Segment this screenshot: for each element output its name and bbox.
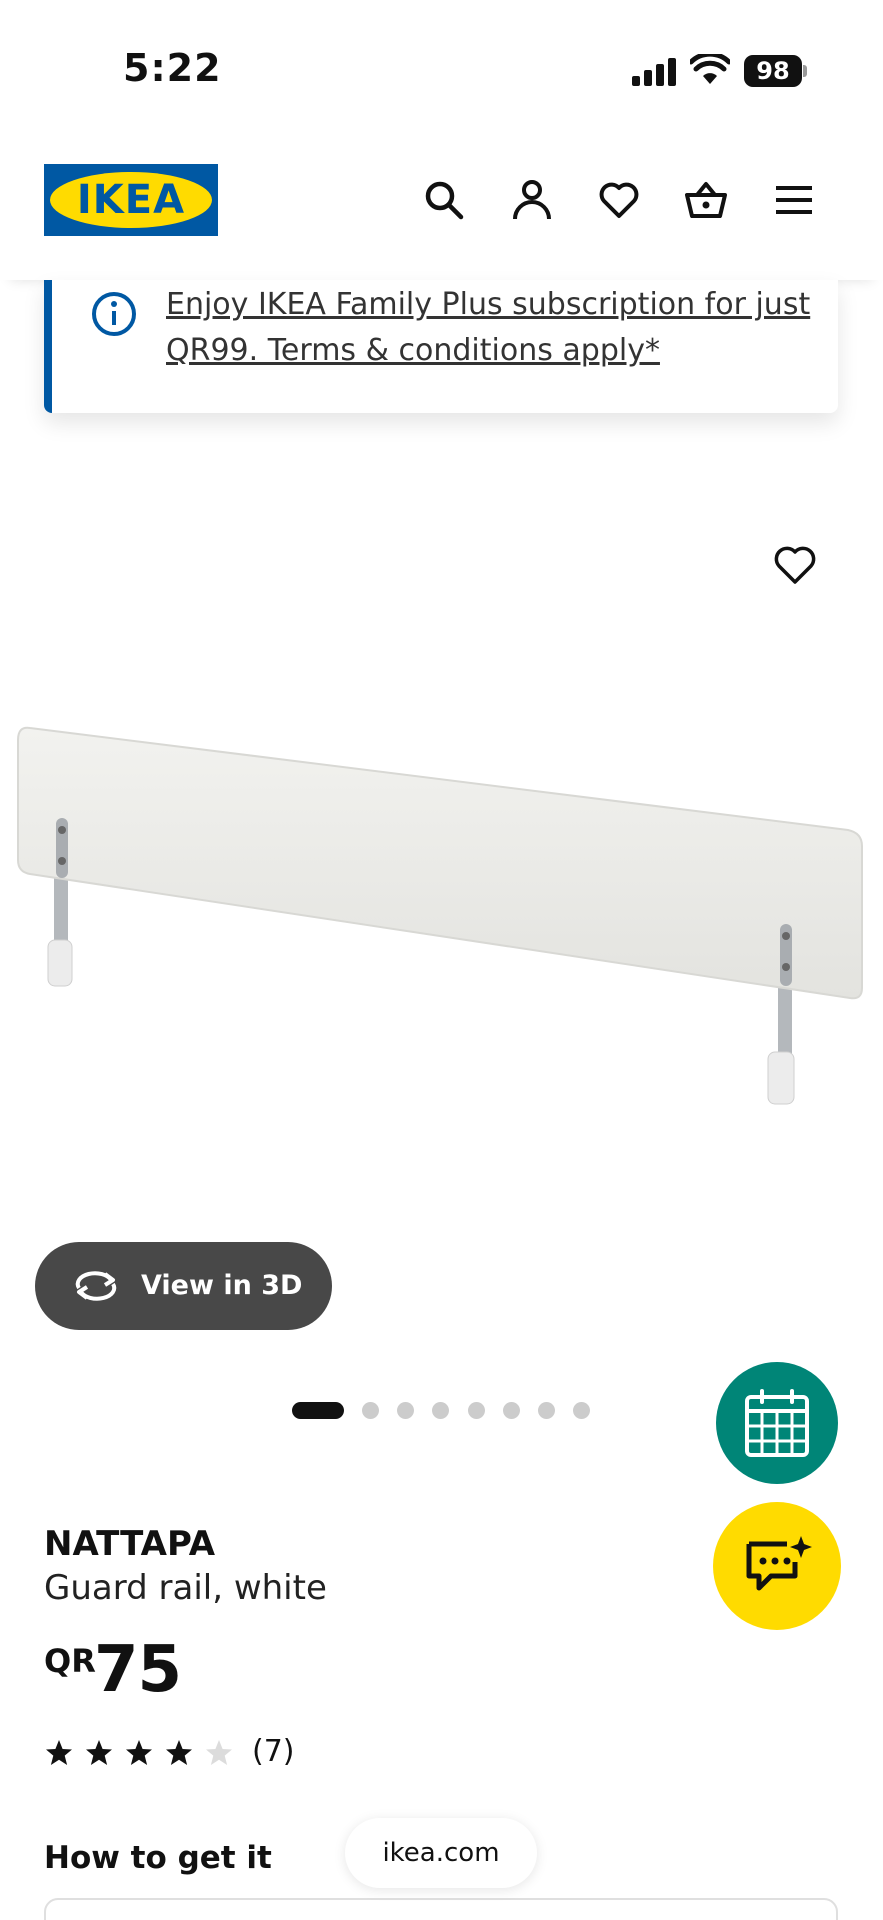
status-bar: 5:22 98 xyxy=(0,0,883,120)
price-currency: QR xyxy=(44,1642,96,1680)
cellular-signal-icon xyxy=(632,58,676,86)
chat-sparkle-icon xyxy=(746,1536,812,1591)
pagination-dot[interactable] xyxy=(538,1402,555,1419)
battery-indicator: 98 xyxy=(744,55,802,87)
basket-icon[interactable] xyxy=(684,178,728,222)
pagination-dot[interactable] xyxy=(468,1402,485,1419)
review-count[interactable]: (7) xyxy=(252,1734,295,1769)
product-description: Guard rail, white xyxy=(44,1568,327,1608)
profile-icon[interactable] xyxy=(510,178,554,222)
chat-assistant-button[interactable] xyxy=(713,1502,841,1630)
booking-calendar-button[interactable] xyxy=(716,1362,838,1484)
info-icon xyxy=(92,292,136,336)
price-value: 75 xyxy=(94,1633,182,1707)
star-filled-icon xyxy=(86,1740,112,1765)
browser-url-pill[interactable]: ikea.com xyxy=(345,1818,537,1888)
star-filled-icon xyxy=(46,1740,72,1765)
how-to-get-it-heading: How to get it xyxy=(44,1840,272,1876)
pagination-dot[interactable] xyxy=(432,1402,449,1419)
battery-nub xyxy=(803,65,807,77)
status-time: 5:22 xyxy=(123,46,222,90)
calendar-icon xyxy=(745,1389,809,1457)
delivery-options-card[interactable] xyxy=(44,1898,838,1920)
heart-icon[interactable] xyxy=(597,178,641,222)
family-plus-notice: Enjoy IKEA Family Plus subscription for … xyxy=(44,280,838,413)
product-name: NATTAPA xyxy=(44,1524,216,1564)
pagination-dot-active[interactable] xyxy=(292,1402,344,1419)
menu-icon[interactable] xyxy=(772,178,816,222)
pagination-dot[interactable] xyxy=(397,1402,414,1419)
star-filled-icon xyxy=(166,1740,192,1765)
pagination-dot[interactable] xyxy=(362,1402,379,1419)
ikea-logo[interactable]: IKEA xyxy=(44,164,218,236)
product-image[interactable] xyxy=(0,500,883,1280)
pagination-dot[interactable] xyxy=(573,1402,590,1419)
notice-link[interactable]: Enjoy IKEA Family Plus subscription for … xyxy=(166,282,826,374)
favorite-heart-icon[interactable] xyxy=(772,544,818,586)
star-filled-icon xyxy=(126,1740,152,1765)
wifi-icon xyxy=(690,54,730,84)
search-icon[interactable] xyxy=(422,178,466,222)
view-in-3d-button[interactable]: View in 3D xyxy=(35,1242,332,1330)
view-in-3d-label: View in 3D xyxy=(141,1270,303,1301)
logo-text: IKEA xyxy=(76,177,186,223)
star-empty-icon xyxy=(206,1740,232,1765)
site-header: IKEA xyxy=(0,140,883,280)
rotate-3d-icon xyxy=(75,1271,117,1301)
pagination-dot[interactable] xyxy=(503,1402,520,1419)
